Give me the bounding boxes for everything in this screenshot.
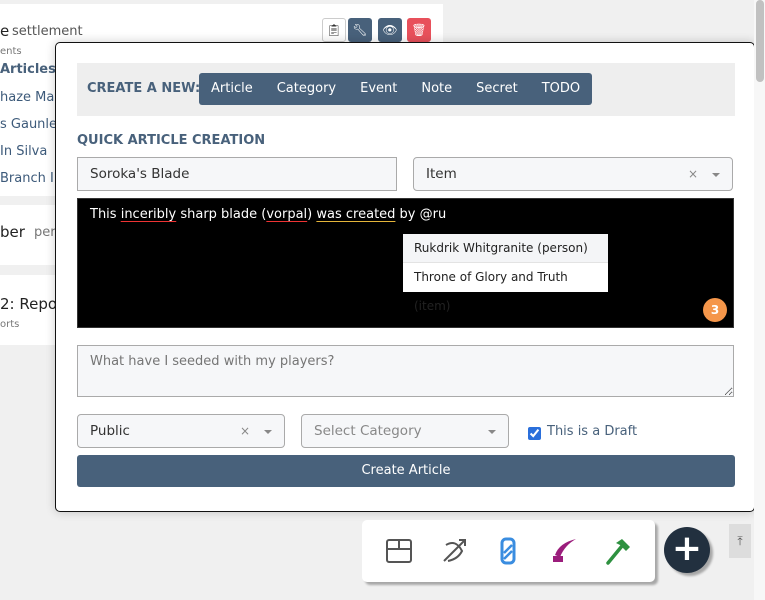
grammar-count-badge[interactable]: 3 xyxy=(703,298,727,322)
quick-add-toolbar xyxy=(362,520,655,582)
visibility-select[interactable]: Public × xyxy=(77,414,285,448)
view-button[interactable]: 👁︎ xyxy=(378,18,402,42)
mention-dropdown: Rukdrik Whitgranite (person) Throne of G… xyxy=(403,234,608,313)
mention-option[interactable]: Rukdrik Whitgranite (person) xyxy=(403,234,608,263)
card-link[interactable]: haze Man xyxy=(0,90,63,105)
tab-category[interactable]: Category xyxy=(265,73,348,105)
article-content-editor[interactable]: This inceribly sharp blade (vorpal) was … xyxy=(77,198,734,328)
create-new-label: CREATE A NEW: xyxy=(87,81,201,96)
create-type-tabs: Article Category Event Note Secret TODO xyxy=(199,73,593,105)
arrow-to-top-icon: ⤒ xyxy=(737,534,743,548)
clipboard-button[interactable]: 📋︎ xyxy=(322,18,346,42)
eye-icon: 👁︎ xyxy=(382,23,398,37)
bow-arrow-icon[interactable] xyxy=(440,537,468,565)
quick-create-modal: CREATE A NEW: Article Category Event Not… xyxy=(55,42,755,512)
editor-text: This inceribly sharp blade (vorpal) was … xyxy=(90,207,447,222)
card-link[interactable]: s Gaunlet xyxy=(0,117,62,132)
article-name-input[interactable]: Soroka's Blade xyxy=(77,157,397,191)
draft-checkbox[interactable] xyxy=(528,427,541,440)
item-box-icon[interactable] xyxy=(385,537,413,565)
create-article-button[interactable]: Create Article xyxy=(77,455,735,487)
tab-note[interactable]: Note xyxy=(409,73,464,105)
card-link[interactable]: In Silva xyxy=(0,144,47,159)
tab-event[interactable]: Event xyxy=(348,73,409,105)
clear-icon[interactable]: × xyxy=(240,424,250,438)
scroll-to-top-button[interactable]: ⤒ xyxy=(729,524,751,558)
category-placeholder: Select Category xyxy=(314,423,422,439)
plus-icon: + xyxy=(671,528,703,569)
chevron-down-icon xyxy=(712,173,720,177)
card-title: 2: Repor xyxy=(0,295,64,313)
card-title: e xyxy=(0,22,10,40)
section-title: QUICK ARTICLE CREATION xyxy=(77,133,266,148)
wrench-icon: 🔧︎ xyxy=(352,23,368,37)
quill-icon[interactable] xyxy=(549,537,577,565)
card-meta: orts xyxy=(0,319,20,330)
tab-todo[interactable]: TODO xyxy=(530,73,592,105)
card-link[interactable]: Branch In xyxy=(0,171,62,186)
hammer-icon[interactable] xyxy=(604,537,632,565)
tab-secret[interactable]: Secret xyxy=(464,73,530,105)
seeded-textarea[interactable] xyxy=(77,345,734,397)
card-section: Articles xyxy=(0,62,56,77)
trash-icon: 🗑︎ xyxy=(411,23,427,37)
create-new-bar: CREATE A NEW: Article Category Event Not… xyxy=(77,63,735,116)
clipboard-icon: 📋︎ xyxy=(326,23,342,37)
visibility-value: Public xyxy=(90,423,130,439)
article-type-value: Item xyxy=(426,166,457,182)
delete-button[interactable]: 🗑︎ xyxy=(407,18,431,42)
chevron-down-icon xyxy=(264,430,272,434)
chevron-down-icon xyxy=(488,430,496,434)
article-name-value: Soroka's Blade xyxy=(90,166,190,182)
card-meta: ents xyxy=(0,46,22,57)
add-button[interactable]: + xyxy=(664,527,710,573)
tab-article[interactable]: Article xyxy=(199,73,265,105)
category-select[interactable]: Select Category xyxy=(301,414,509,448)
article-type-select[interactable]: Item × xyxy=(413,157,733,191)
scrollbar-thumb[interactable] xyxy=(756,0,764,82)
edit-button[interactable]: 🔧︎ xyxy=(348,18,372,42)
potion-icon[interactable] xyxy=(494,537,522,565)
mention-option[interactable]: Throne of Glory and Truth (item) xyxy=(403,263,608,313)
card-title: ber xyxy=(0,223,25,241)
scrollbar-track[interactable] xyxy=(754,0,765,600)
draft-label[interactable]: This is a Draft xyxy=(547,424,637,439)
clear-icon[interactable]: × xyxy=(688,167,698,181)
card-subtitle: settlement xyxy=(12,24,83,39)
